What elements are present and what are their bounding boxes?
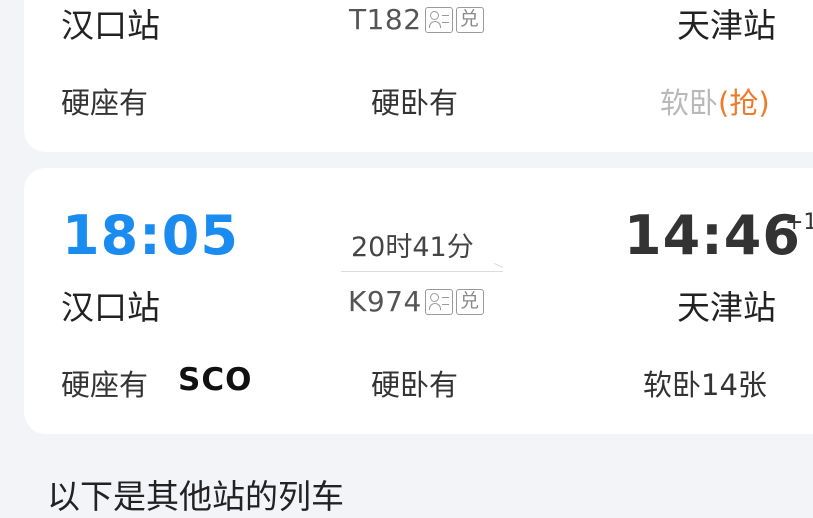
exchange-icon: 兑	[455, 288, 484, 315]
to-station: 天津站	[677, 288, 776, 327]
train-number-text: T182	[349, 3, 422, 36]
other-stations-title: 以下是其他站的列车	[47, 477, 344, 516]
hard-sleeper-availability: 硬卧有	[371, 86, 459, 120]
hard-seat-availability: 硬座有	[61, 368, 149, 402]
grab-ticket-status[interactable]: (抢)	[718, 86, 770, 120]
day-offset: +1	[785, 210, 813, 235]
id-card-icon	[424, 6, 453, 33]
train-number: K974 兑	[348, 285, 484, 318]
depart-time: 18:05	[62, 204, 239, 267]
to-station: 天津站	[677, 6, 776, 45]
soft-sleeper-availability: 软卧(抢)	[660, 80, 770, 122]
route-arrow	[341, 271, 503, 272]
soft-sleeper-label: 软卧	[660, 86, 719, 120]
hard-seat-availability: 硬座有	[61, 86, 149, 120]
arrive-time: 14:46	[624, 204, 801, 267]
train-number-text: K974	[348, 285, 422, 318]
from-station: 汉口站	[61, 288, 160, 327]
train-number: T182 兑	[349, 3, 484, 36]
duration: 20时41分	[351, 232, 474, 263]
hard-sleeper-availability: 硬卧有	[371, 368, 459, 402]
id-card-icon	[424, 288, 453, 315]
from-station: 汉口站	[61, 6, 160, 45]
exchange-icon: 兑	[455, 6, 484, 33]
sco-overlay-text: SCO	[178, 362, 253, 398]
soft-sleeper-availability: 软卧14张	[643, 368, 767, 402]
